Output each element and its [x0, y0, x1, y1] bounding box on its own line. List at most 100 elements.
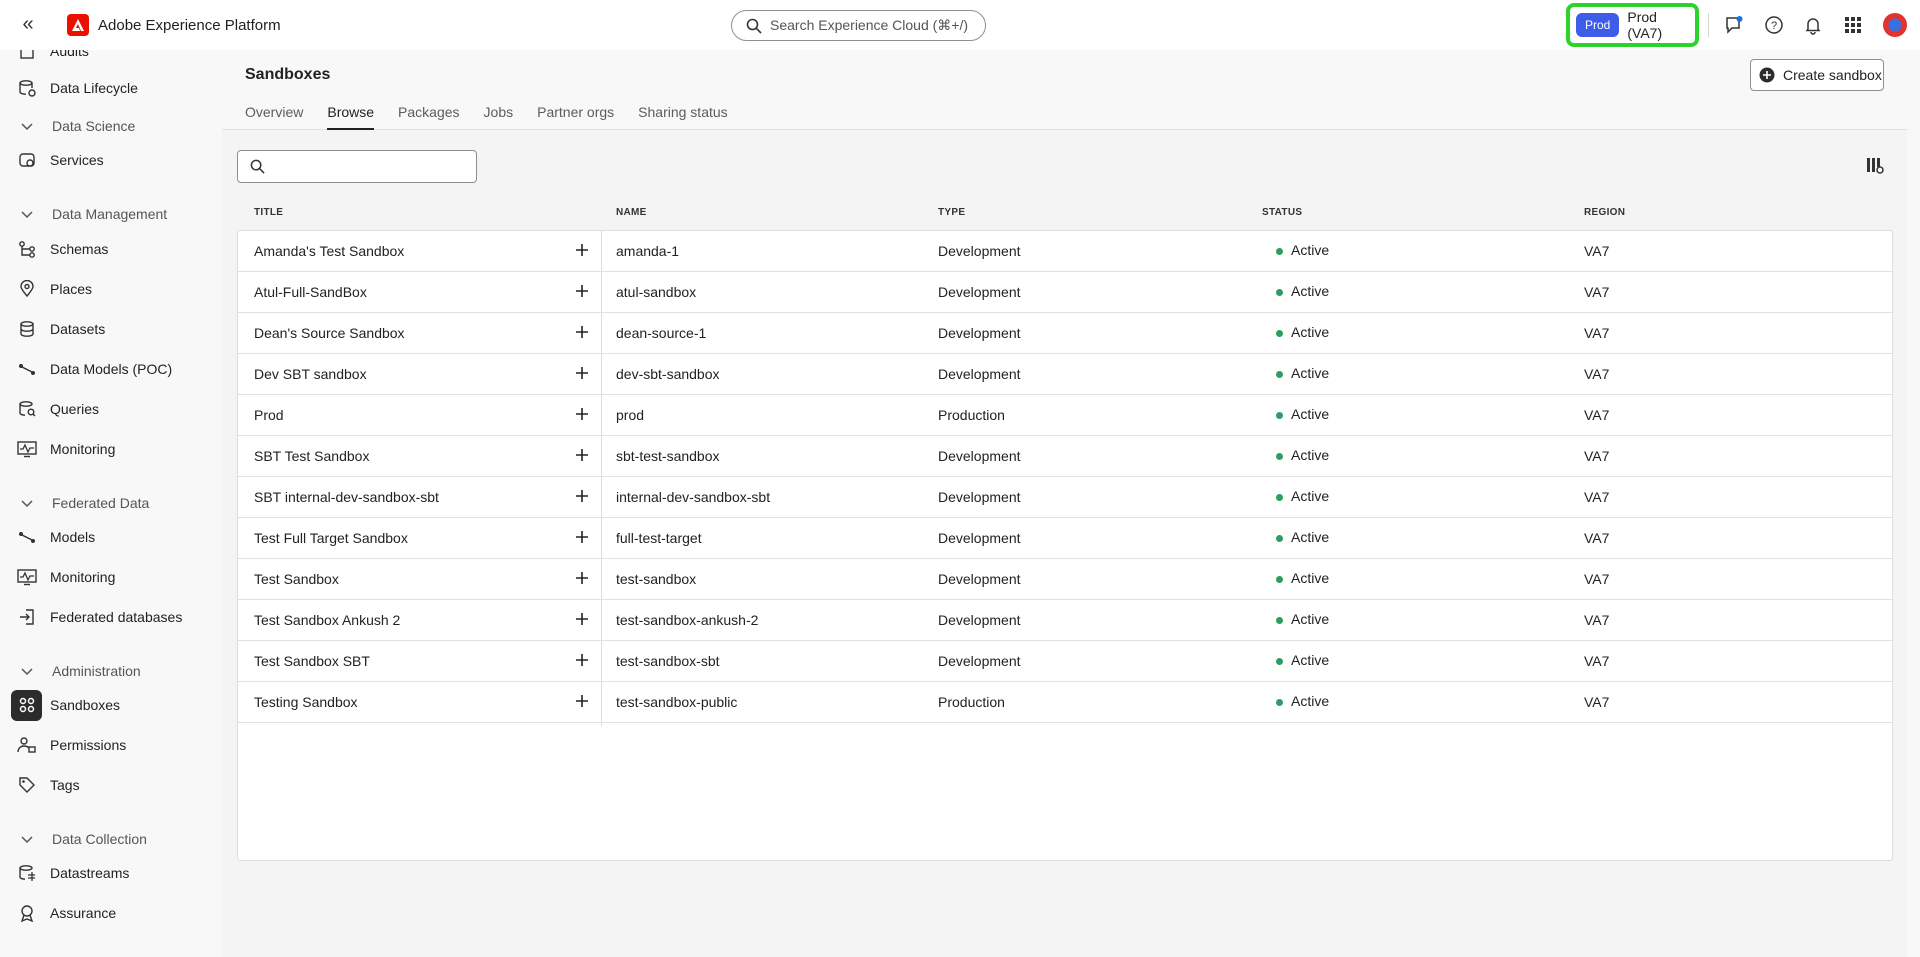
add-icon[interactable]	[571, 444, 593, 466]
help-icon[interactable]: ?	[1762, 13, 1786, 37]
table-row[interactable]: Atul-Full-SandBox atul-sandbox Development…	[238, 272, 1892, 313]
cell-title[interactable]: Amanda's Test Sandbox	[254, 243, 404, 259]
tab-sharing-status[interactable]: Sharing status	[638, 104, 728, 130]
chevron-down-icon	[21, 668, 33, 676]
tags-icon	[17, 775, 37, 795]
sidebar: Audits Data Lifecycle Data Science Servi…	[0, 50, 222, 957]
column-header-title[interactable]: TITLE	[254, 207, 283, 218]
table-row[interactable]: SBT Test Sandbox sbt-test-sandbox Developm…	[238, 436, 1892, 477]
sidebar-item-label: Data Models (POC)	[50, 361, 173, 377]
cell-name: dean-source-1	[616, 325, 707, 341]
table-row[interactable]: Testing Sandbox test-sandbox-public Produc…	[238, 682, 1892, 723]
add-icon[interactable]	[571, 567, 593, 589]
table-row[interactable]: Prod prod Production Active VA7	[238, 395, 1892, 436]
cell-title[interactable]: Test Sandbox Ankush 2	[254, 612, 400, 628]
main-content: Sandboxes Create sandbox Overview Browse…	[222, 50, 1907, 957]
table-row[interactable]: Test Sandbox test-sandbox Development Activ…	[238, 559, 1892, 600]
sidebar-item-label: Queries	[50, 401, 100, 417]
column-settings-icon[interactable]	[1865, 155, 1887, 177]
tab-packages[interactable]: Packages	[398, 104, 459, 130]
cell-title[interactable]: Testing Sandbox	[254, 694, 358, 710]
cell-region: VA7	[1584, 284, 1610, 300]
apps-grid-icon[interactable]	[1841, 13, 1865, 37]
add-icon[interactable]	[571, 321, 593, 343]
filter-search-field[interactable]	[237, 150, 477, 183]
sidebar-item-services[interactable]: Services	[0, 143, 222, 177]
sidebar-item-data-lifecycle[interactable]: Data Lifecycle	[0, 71, 222, 105]
cell-region: VA7	[1584, 407, 1610, 423]
cell-title[interactable]: Dev SBT sandbox	[254, 366, 367, 382]
sidebar-item-monitoring-federated[interactable]: Monitoring	[0, 560, 222, 594]
table-row[interactable]: Dean's Source Sandbox dean-source-1 Develo…	[238, 313, 1892, 354]
column-header-name[interactable]: NAME	[616, 207, 647, 218]
add-icon[interactable]	[571, 608, 593, 630]
column-header-region[interactable]: REGION	[1584, 207, 1625, 218]
sidebar-item-queries[interactable]: Queries	[0, 392, 222, 426]
add-icon[interactable]	[571, 403, 593, 425]
assurance-icon	[17, 903, 37, 923]
page-title: Sandboxes	[245, 66, 331, 83]
sidebar-item-label: Permissions	[50, 737, 127, 753]
cell-title[interactable]: Dean's Source Sandbox	[254, 325, 405, 341]
tab-overview[interactable]: Overview	[245, 104, 303, 130]
create-sandbox-button[interactable]: Create sandbox	[1750, 59, 1884, 91]
cell-title[interactable]: Test Sandbox	[254, 571, 339, 587]
collapse-nav-icon[interactable]: «	[17, 14, 39, 36]
section-data-management[interactable]: Data Management	[0, 199, 222, 229]
notifications-icon[interactable]	[1801, 13, 1825, 37]
table-row[interactable]: Amanda's Test Sandbox amanda-1 Development…	[238, 231, 1892, 272]
sandboxes-table: Amanda's Test Sandbox amanda-1 Development…	[237, 230, 1893, 861]
feedback-icon[interactable]	[1722, 13, 1746, 37]
status-dot-icon	[1276, 412, 1283, 419]
app-brand[interactable]: Adobe Experience Platform	[67, 14, 281, 36]
table-row[interactable]: Test Full Target Sandbox full-test-target…	[238, 518, 1892, 559]
global-search[interactable]: Search Experience Cloud (⌘+/)	[731, 10, 986, 41]
sidebar-item-federated-databases[interactable]: Federated databases	[0, 600, 222, 634]
user-avatar[interactable]	[1883, 13, 1907, 37]
sidebar-item-monitoring[interactable]: Monitoring	[0, 432, 222, 466]
sidebar-item-datasets[interactable]: Datasets	[0, 312, 222, 346]
add-icon[interactable]	[571, 526, 593, 548]
add-icon[interactable]	[571, 362, 593, 384]
section-data-collection[interactable]: Data Collection	[0, 824, 222, 854]
sidebar-item-assurance[interactable]: Assurance	[0, 896, 222, 930]
sidebar-item-models[interactable]: Models	[0, 520, 222, 554]
tab-browse[interactable]: Browse	[327, 104, 375, 130]
add-icon[interactable]	[571, 485, 593, 507]
tab-partner-orgs[interactable]: Partner orgs	[537, 104, 614, 130]
cell-title[interactable]: Test Full Target Sandbox	[254, 530, 408, 546]
filter-search-input[interactable]	[271, 158, 476, 175]
table-row[interactable]: Dev SBT sandbox dev-sbt-sandbox Developmen…	[238, 354, 1892, 395]
tab-jobs[interactable]: Jobs	[484, 104, 514, 130]
sidebar-item-schemas[interactable]: Schemas	[0, 232, 222, 266]
cell-title[interactable]: SBT internal-dev-sandbox-sbt	[254, 489, 439, 505]
add-icon[interactable]	[571, 649, 593, 671]
sidebar-item-sandboxes[interactable]: Sandboxes	[0, 688, 222, 722]
sidebar-item-tags[interactable]: Tags	[0, 768, 222, 802]
table-row[interactable]: Test Sandbox SBT test-sandbox-sbt Developm…	[238, 641, 1892, 682]
sidebar-item-datastreams[interactable]: Datastreams	[0, 856, 222, 890]
section-administration[interactable]: Administration	[0, 656, 222, 686]
add-icon[interactable]	[571, 690, 593, 712]
sidebar-item-permissions[interactable]: Permissions	[0, 728, 222, 762]
section-data-science[interactable]: Data Science	[0, 111, 222, 141]
column-header-type[interactable]: TYPE	[938, 207, 965, 218]
cell-title[interactable]: Atul-Full-SandBox	[254, 284, 367, 300]
cell-title[interactable]: SBT Test Sandbox	[254, 448, 369, 464]
org-switcher[interactable]: Prod Prod (VA7)	[1566, 3, 1699, 47]
add-circle-icon	[1759, 67, 1775, 83]
sidebar-item-data-models[interactable]: Data Models (POC)	[0, 352, 222, 386]
cell-name: test-sandbox	[616, 571, 697, 587]
sidebar-item-audits[interactable]: Audits	[0, 50, 222, 68]
sidebar-item-places[interactable]: Places	[0, 272, 222, 306]
cell-name: full-test-target	[616, 530, 702, 546]
table-row[interactable]: Test Sandbox Ankush 2 test-sandbox-ankush…	[238, 600, 1892, 641]
cell-title[interactable]: Prod	[254, 407, 284, 423]
add-icon[interactable]	[571, 280, 593, 302]
cell-name: sbt-test-sandbox	[616, 448, 720, 464]
add-icon[interactable]	[571, 239, 593, 261]
column-header-status[interactable]: STATUS	[1262, 207, 1302, 218]
table-row[interactable]: SBT internal-dev-sandbox-sbt internal-dev…	[238, 477, 1892, 518]
section-federated-data[interactable]: Federated Data	[0, 488, 222, 518]
cell-title[interactable]: Test Sandbox SBT	[254, 653, 370, 669]
